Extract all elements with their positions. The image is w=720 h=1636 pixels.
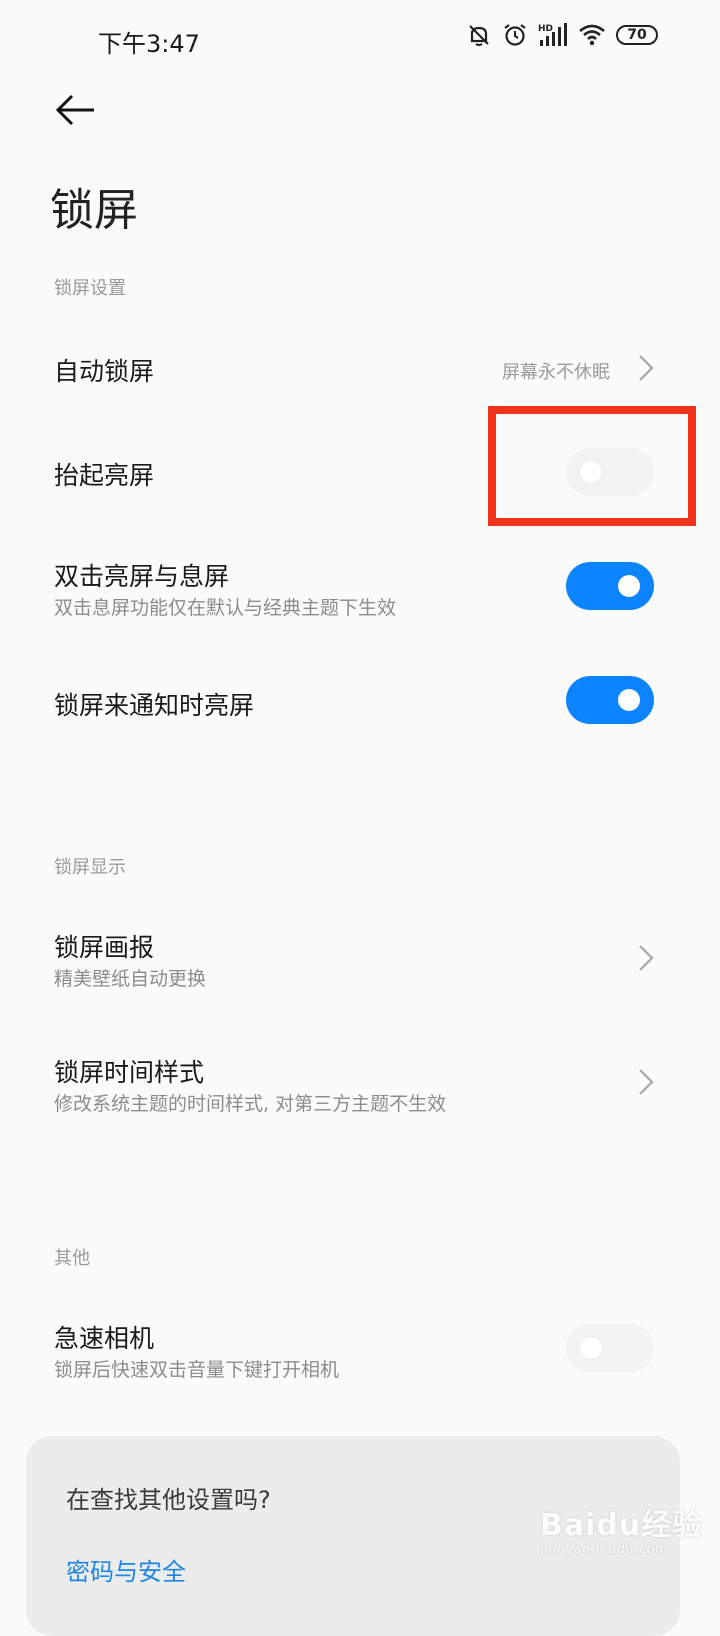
section-label-other: 其他 (54, 1248, 90, 1269)
page-title: 锁屏 (50, 185, 138, 236)
battery-icon: 70 (616, 25, 658, 45)
toggle-notification-wake[interactable] (566, 676, 654, 724)
toggle-knob (580, 1337, 602, 1359)
setting-subtitle-double-tap: 双击息屏功能仅在默认与经典主题下生效 (54, 597, 397, 619)
section-label-lock-settings: 锁屏设置 (54, 278, 126, 299)
bell-off-icon (469, 25, 489, 46)
arrow-left-icon (55, 94, 94, 126)
back-button[interactable] (54, 92, 96, 132)
setting-subtitle-quick-camera: 锁屏后快速双击音量下键打开相机 (54, 1359, 340, 1381)
signal-icon: HD (538, 23, 567, 46)
network-label: HD (538, 24, 553, 34)
highlight-box (488, 406, 696, 526)
toggle-double-tap[interactable] (566, 562, 654, 610)
baidu-watermark: Baidu经验 jingyan.baidu.com (540, 1500, 703, 1556)
setting-subtitle-clock-style: 修改系统主题的时间样式, 对第三方主题不生效 (54, 1093, 447, 1115)
watermark-sub: jingyan.baidu.com (540, 1542, 668, 1556)
setting-subtitle-wallpaper: 精美壁纸自动更换 (54, 968, 207, 990)
chevron-right-icon (639, 1069, 654, 1095)
watermark-main: Baidu经验 (540, 1508, 704, 1543)
setting-title-notification-wake: 锁屏来通知时亮屏 (54, 691, 255, 720)
chevron-right-icon (639, 355, 654, 381)
toggle-knob (618, 689, 640, 711)
section-label-lock-display: 锁屏显示 (54, 857, 126, 878)
setting-value-auto-lock: 屏幕永不休眠 (502, 362, 610, 383)
setting-title-wallpaper: 锁屏画报 (54, 933, 155, 962)
status-time: 下午3:47 (98, 30, 200, 58)
setting-title-auto-lock: 自动锁屏 (54, 357, 155, 386)
toggle-quick-camera[interactable] (566, 1324, 654, 1372)
toggle-knob (618, 575, 640, 597)
setting-title-clock-style: 锁屏时间样式 (54, 1058, 205, 1087)
card-question: 在查找其他设置吗? (66, 1486, 271, 1514)
alarm-icon (504, 24, 526, 46)
chevron-right-icon (639, 945, 654, 971)
status-icons: HD 70 (466, 22, 658, 48)
wifi-icon (579, 24, 605, 46)
link-password-security[interactable]: 密码与安全 (66, 1552, 186, 1587)
setting-title-double-tap: 双击亮屏与息屏 (54, 562, 230, 591)
setting-title-raise-to-wake: 抬起亮屏 (54, 461, 155, 490)
setting-title-quick-camera: 急速相机 (54, 1324, 155, 1353)
